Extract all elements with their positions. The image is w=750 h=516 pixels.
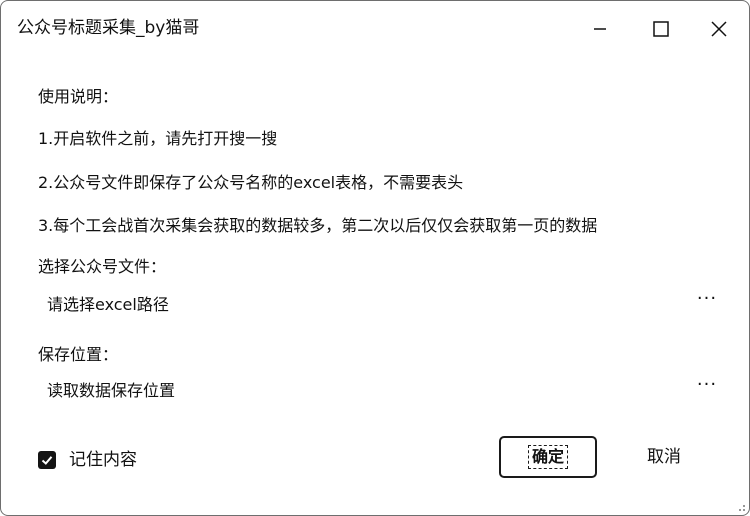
- resize-grip-icon[interactable]: [734, 500, 746, 512]
- close-button[interactable]: [696, 11, 742, 47]
- excel-path-placeholder: 请选择excel路径: [47, 295, 169, 314]
- save-location-label: 保存位置：: [38, 345, 119, 364]
- window-title: 公众号标题采集_by猫哥: [17, 18, 200, 38]
- maximize-icon: [653, 21, 669, 37]
- instruction-line-3: 3.每个工会战首次采集会获取的数据较多，第二次以后仅仅会获取第一页的数据: [38, 216, 598, 235]
- file-select-label: 选择公众号文件：: [38, 257, 167, 276]
- instruction-line-2: 2.公众号文件即保存了公众号名称的excel表格，不需要表头: [38, 173, 464, 192]
- close-icon: [711, 21, 727, 37]
- save-path-placeholder: 读取数据保存位置: [47, 381, 176, 400]
- browse-save-button[interactable]: ···: [693, 376, 721, 402]
- maximize-button[interactable]: [638, 11, 684, 47]
- minimize-button[interactable]: [577, 11, 623, 47]
- minimize-icon: [594, 28, 606, 30]
- instruction-line-1: 1.开启软件之前，请先打开搜一搜: [38, 129, 278, 148]
- excel-path-field[interactable]: 请选择excel路径 ···: [38, 287, 728, 323]
- checkbox-checked-icon: [38, 451, 56, 469]
- browse-file-button[interactable]: ···: [693, 290, 721, 316]
- cancel-button[interactable]: 取消: [615, 436, 713, 478]
- ok-button-label: 确定: [527, 445, 568, 469]
- title-bar: 公众号标题采集_by猫哥: [1, 1, 749, 57]
- remember-checkbox[interactable]: 记住内容: [38, 447, 137, 473]
- remember-label: 记住内容: [69, 450, 137, 470]
- ok-button[interactable]: 确定: [499, 436, 597, 478]
- save-path-field[interactable]: 读取数据保存位置 ···: [38, 373, 728, 409]
- instructions-heading: 使用说明：: [38, 87, 119, 106]
- dialog-window: 公众号标题采集_by猫哥 使用说明： 1.开启软件之前，请先打开搜一搜 2.公众…: [0, 0, 750, 516]
